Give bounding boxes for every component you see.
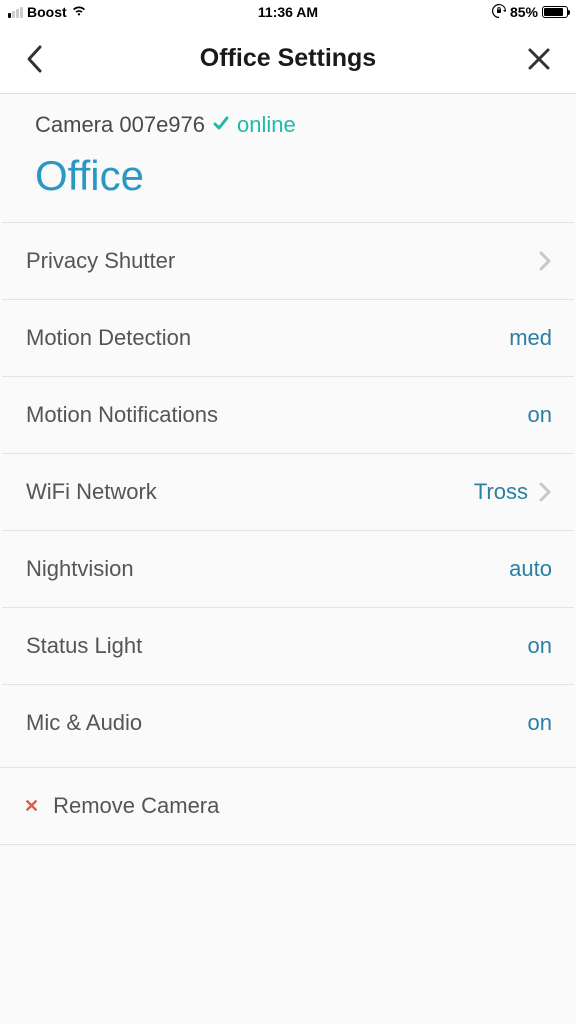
ios-status-bar: Boost 11:36 AM 85%	[0, 0, 576, 24]
camera-id: Camera 007e976	[35, 112, 205, 138]
close-button[interactable]	[527, 47, 551, 71]
chevron-right-icon	[538, 250, 552, 272]
camera-name-input[interactable]: Office	[35, 152, 554, 200]
orientation-lock-icon	[492, 4, 506, 21]
page-title: Office Settings	[200, 44, 376, 73]
chevron-right-icon	[538, 481, 552, 503]
content-area: Camera 007e976 online Office Privacy Shu…	[0, 94, 576, 1024]
signal-bars-icon	[8, 7, 23, 18]
carrier-label: Boost	[27, 4, 67, 20]
setting-value: Tross	[474, 479, 528, 505]
setting-motion-detection[interactable]: Motion Detection med	[2, 299, 574, 376]
camera-info: Camera 007e976 online Office	[0, 94, 576, 222]
setting-label: Motion Notifications	[26, 402, 218, 428]
setting-nightvision[interactable]: Nightvision auto	[2, 530, 574, 607]
setting-value: auto	[509, 556, 552, 582]
clock: 11:36 AM	[258, 4, 318, 20]
setting-label: Motion Detection	[26, 325, 191, 351]
setting-value: med	[509, 325, 552, 351]
settings-list: Privacy Shutter Motion Detection med Mot…	[0, 222, 576, 845]
setting-label: Nightvision	[26, 556, 134, 582]
setting-value: on	[528, 402, 552, 428]
setting-label: Status Light	[26, 633, 142, 659]
remove-icon: ✕	[24, 796, 39, 817]
remove-camera-button[interactable]: ✕ Remove Camera	[0, 767, 576, 845]
setting-wifi-network[interactable]: WiFi Network Tross	[2, 453, 574, 530]
setting-privacy-shutter[interactable]: Privacy Shutter	[2, 222, 574, 299]
status-badge: online	[237, 112, 296, 138]
checkmark-icon	[212, 112, 230, 138]
setting-label: Mic & Audio	[26, 710, 142, 736]
setting-value: on	[528, 633, 552, 659]
setting-label: WiFi Network	[26, 479, 157, 505]
setting-mic-audio[interactable]: Mic & Audio on	[2, 684, 574, 761]
remove-label: Remove Camera	[53, 793, 219, 819]
setting-status-light[interactable]: Status Light on	[2, 607, 574, 684]
battery-pct: 85%	[510, 4, 538, 20]
setting-label: Privacy Shutter	[26, 248, 175, 274]
wifi-icon	[71, 4, 87, 20]
setting-motion-notifications[interactable]: Motion Notifications on	[2, 376, 574, 453]
close-icon	[527, 47, 551, 71]
setting-value: on	[528, 710, 552, 736]
chevron-left-icon	[25, 44, 45, 74]
back-button[interactable]	[25, 44, 45, 74]
nav-header: Office Settings	[0, 24, 576, 94]
battery-icon	[542, 6, 568, 18]
